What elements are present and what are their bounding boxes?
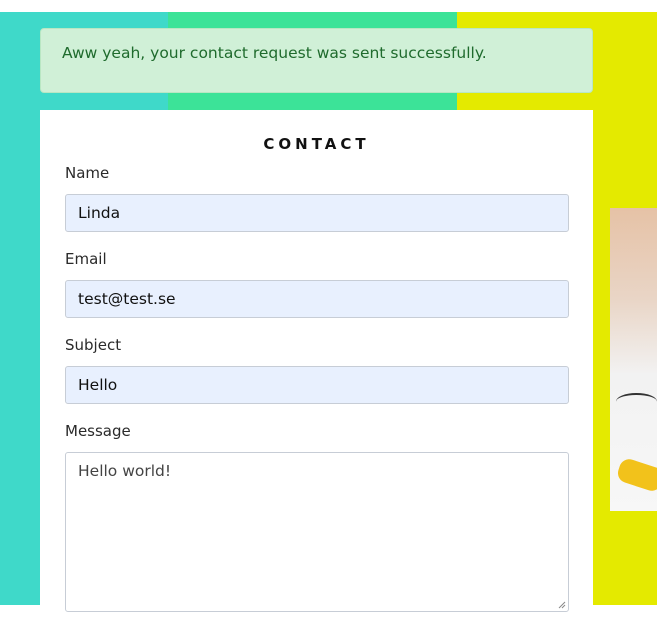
message-label: Message bbox=[65, 422, 131, 440]
message-textarea[interactable]: Hello world! bbox=[65, 452, 569, 612]
photo-scribble bbox=[616, 393, 657, 410]
name-field[interactable]: Linda bbox=[65, 194, 569, 232]
email-label: Email bbox=[65, 250, 107, 268]
contact-form-title: CONTACT bbox=[263, 135, 370, 153]
email-field[interactable]: test@test.se bbox=[65, 280, 569, 318]
hero-photo bbox=[610, 208, 657, 511]
name-label: Name bbox=[65, 164, 110, 182]
success-alert: Aww yeah, your contact request was sent … bbox=[40, 28, 593, 93]
subject-field[interactable]: Hello bbox=[65, 366, 569, 404]
email-field-value: test@test.se bbox=[78, 290, 176, 308]
photo-yellow-pen bbox=[615, 456, 657, 494]
name-field-value: Linda bbox=[78, 204, 121, 222]
resize-grip-icon[interactable] bbox=[558, 601, 566, 609]
message-textarea-value: Hello world! bbox=[78, 462, 172, 480]
success-alert-message: Aww yeah, your contact request was sent … bbox=[62, 44, 487, 62]
subject-field-value: Hello bbox=[78, 376, 118, 394]
subject-label: Subject bbox=[65, 336, 122, 354]
contact-form-card: CONTACT Name Linda Email test@test.se Su… bbox=[40, 110, 593, 620]
